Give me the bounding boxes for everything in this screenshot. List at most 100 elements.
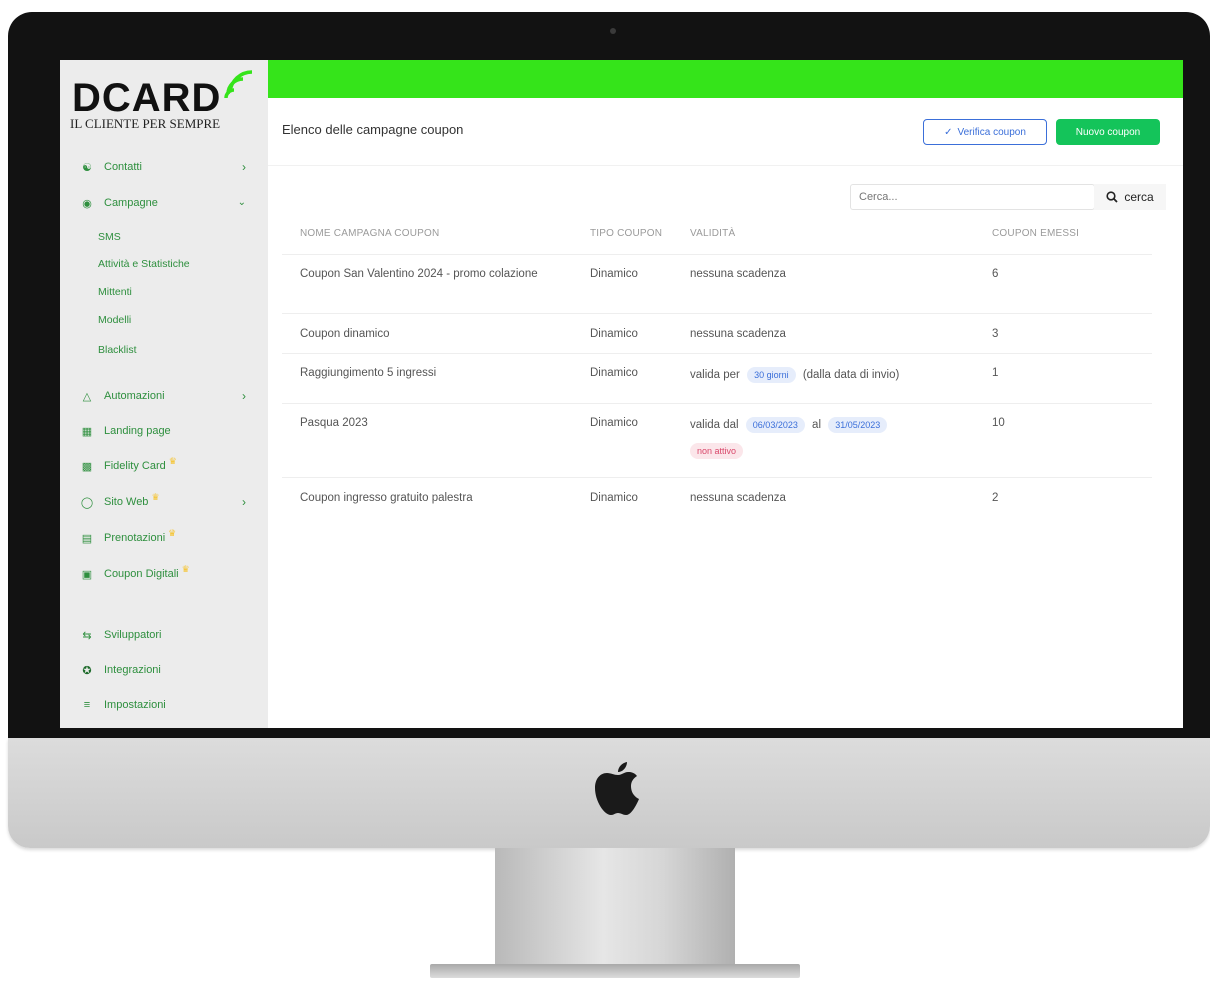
- sidebar-item-label: Coupon Digitali: [104, 568, 179, 580]
- coupon-validity: valida dal 06/03/2023 al 31/05/2023: [690, 416, 888, 434]
- coupon-type: Dinamico: [590, 268, 638, 280]
- new-coupon-button[interactable]: Nuovo coupon: [1056, 119, 1160, 145]
- calendar-icon: ▤: [81, 532, 93, 545]
- search-button-label: cerca: [1124, 190, 1154, 204]
- globe-icon: ◯: [80, 496, 94, 509]
- table-row[interactable]: Coupon San Valentino 2024 - promo colazi…: [282, 254, 1152, 314]
- column-header-validity[interactable]: VALIDITÀ: [690, 228, 735, 239]
- sidebar-item-label: Campagne: [104, 197, 158, 209]
- search-input[interactable]: [850, 184, 1095, 210]
- verify-coupon-label: Verifica coupon: [957, 126, 1026, 138]
- coupon-type: Dinamico: [590, 328, 638, 340]
- table-row[interactable]: Pasqua 2023 Dinamico valida dal 06/03/20…: [282, 404, 1152, 478]
- search-icon: [1106, 191, 1118, 203]
- qr-scan-icon: ▣: [81, 568, 93, 581]
- brand-logo[interactable]: DCARD IL CLIENTE PER SEMPRE: [70, 70, 262, 146]
- coupon-issued: 10: [992, 417, 1005, 429]
- search-button[interactable]: cerca: [1094, 184, 1166, 210]
- sidebar-item-automazioni[interactable]: △ Automazioni ›: [60, 381, 268, 411]
- sidebar-item-prenotazioni[interactable]: ▤ Prenotazioni ♛: [60, 523, 268, 553]
- check-icon: ✓: [944, 126, 953, 138]
- crown-icon: ♛: [168, 527, 177, 538]
- chevron-right-icon: ›: [242, 495, 246, 509]
- sidebar-item-sviluppatori[interactable]: ⇆ Sviluppatori: [60, 620, 268, 650]
- verify-coupon-button[interactable]: ✓ Verifica coupon: [923, 119, 1047, 145]
- grid-icon: ▦: [81, 425, 93, 438]
- sidebar-item-impostazioni[interactable]: ≡ Impostazioni: [60, 690, 268, 720]
- sidebar-item-label: Prenotazioni: [104, 532, 166, 544]
- sidebar-item-landing-page[interactable]: ▦ Landing page: [60, 416, 268, 446]
- apple-logo-icon: [595, 762, 639, 815]
- sidebar-item-label: Fidelity Card: [104, 460, 166, 472]
- header-divider: [268, 165, 1183, 166]
- validity-mid: al: [812, 419, 821, 431]
- coupon-validity: nessuna scadenza: [690, 328, 786, 340]
- crown-icon: ♛: [181, 563, 190, 574]
- validity-suffix: (dalla data di invio): [802, 369, 900, 381]
- sidebar-subitem-mittenti[interactable]: Mittenti: [98, 286, 132, 298]
- sidebar-item-label: Contatti: [104, 161, 142, 173]
- sidebar-subitem-sms[interactable]: SMS: [98, 231, 121, 243]
- puzzle-icon: ✪: [82, 664, 92, 677]
- sidebar: DCARD IL CLIENTE PER SEMPRE ☯ Contatti ›…: [60, 60, 269, 728]
- column-header-name[interactable]: NOME CAMPAGNA COUPON: [300, 228, 439, 239]
- app-screen: DCARD IL CLIENTE PER SEMPRE ☯ Contatti ›…: [60, 60, 1183, 728]
- sidebar-item-label: Impostazioni: [104, 699, 166, 711]
- top-bar: [268, 60, 1183, 98]
- page-title: Elenco delle campagne coupon: [282, 122, 464, 137]
- signal-waves-icon: [224, 70, 253, 99]
- duration-badge: 30 giorni: [747, 367, 796, 383]
- coupon-issued: 6: [992, 268, 999, 280]
- main-content: Elenco delle campagne coupon ✓ Verifica …: [268, 98, 1183, 728]
- webcam-icon: [610, 28, 616, 34]
- crown-icon: ♛: [168, 455, 177, 466]
- coupon-type: Dinamico: [590, 492, 638, 504]
- column-header-issued[interactable]: COUPON EMESSI: [992, 228, 1079, 239]
- status-badge: non attivo: [690, 443, 744, 459]
- sidebar-item-fidelity-card[interactable]: ▩ Fidelity Card ♛: [60, 451, 268, 481]
- target-icon: ◉: [82, 197, 92, 210]
- table-row[interactable]: Coupon ingresso gratuito palestra Dinami…: [282, 478, 1152, 517]
- coupon-type: Dinamico: [590, 417, 638, 429]
- arrows-swap-icon: ⇆: [82, 629, 92, 642]
- sidebar-item-sito-web[interactable]: ◯ Sito Web ♛ ›: [60, 487, 268, 517]
- coupon-type: Dinamico: [590, 367, 638, 379]
- sidebar-item-label: Landing page: [104, 425, 171, 437]
- column-header-type[interactable]: TIPO COUPON: [590, 228, 662, 239]
- validity-prefix: valida per: [690, 369, 740, 381]
- crown-icon: ♛: [151, 491, 160, 502]
- coupon-validity: nessuna scadenza: [690, 492, 786, 504]
- table-row[interactable]: Raggiungimento 5 ingressi Dinamico valid…: [282, 354, 1152, 404]
- sidebar-item-contatti[interactable]: ☯ Contatti ›: [60, 152, 268, 182]
- sliders-icon: ≡: [83, 699, 91, 711]
- table-row[interactable]: Coupon dinamico Dinamico nessuna scadenz…: [282, 314, 1152, 354]
- coupon-validity: nessuna scadenza: [690, 268, 786, 280]
- coupon-validity: valida per 30 giorni (dalla data di invi…: [690, 366, 899, 384]
- sidebar-item-integrazioni[interactable]: ✪ Integrazioni: [60, 655, 268, 685]
- sidebar-item-label: Sito Web: [104, 496, 149, 508]
- users-icon: ☯: [82, 161, 92, 174]
- coupon-name[interactable]: Coupon dinamico: [300, 325, 390, 343]
- logo-text: DCARD: [72, 76, 222, 120]
- sidebar-item-campagne[interactable]: ◉ Campagne ⌄: [60, 188, 268, 218]
- sidebar-subitem-blacklist[interactable]: Blacklist: [98, 344, 137, 356]
- monitor-foot: [430, 964, 800, 978]
- chevron-right-icon: ›: [242, 389, 246, 403]
- chevron-right-icon: ›: [242, 160, 246, 174]
- coupon-name[interactable]: Coupon ingresso gratuito palestra: [300, 489, 473, 507]
- coupon-name[interactable]: Pasqua 2023: [300, 414, 368, 432]
- sidebar-item-label: Automazioni: [104, 390, 165, 402]
- date-from-badge: 06/03/2023: [745, 417, 805, 433]
- validity-prefix: valida dal: [690, 419, 739, 431]
- card-icon: ▩: [81, 460, 93, 473]
- sidebar-subitem-modelli[interactable]: Modelli: [98, 314, 131, 326]
- sidebar-item-coupon-digitali[interactable]: ▣ Coupon Digitali ♛: [60, 559, 268, 589]
- sidebar-item-label: Integrazioni: [104, 664, 161, 676]
- logo-tagline: IL CLIENTE PER SEMPRE: [70, 116, 221, 131]
- coupon-issued: 3: [992, 328, 999, 340]
- coupon-name[interactable]: Raggiungimento 5 ingressi: [300, 364, 436, 382]
- sidebar-subitem-attivita[interactable]: Attività e Statistiche: [98, 258, 190, 270]
- coupon-name[interactable]: Coupon San Valentino 2024 - promo colazi…: [300, 265, 545, 283]
- sidebar-item-label: Sviluppatori: [104, 629, 162, 641]
- coupon-issued: 1: [992, 367, 999, 379]
